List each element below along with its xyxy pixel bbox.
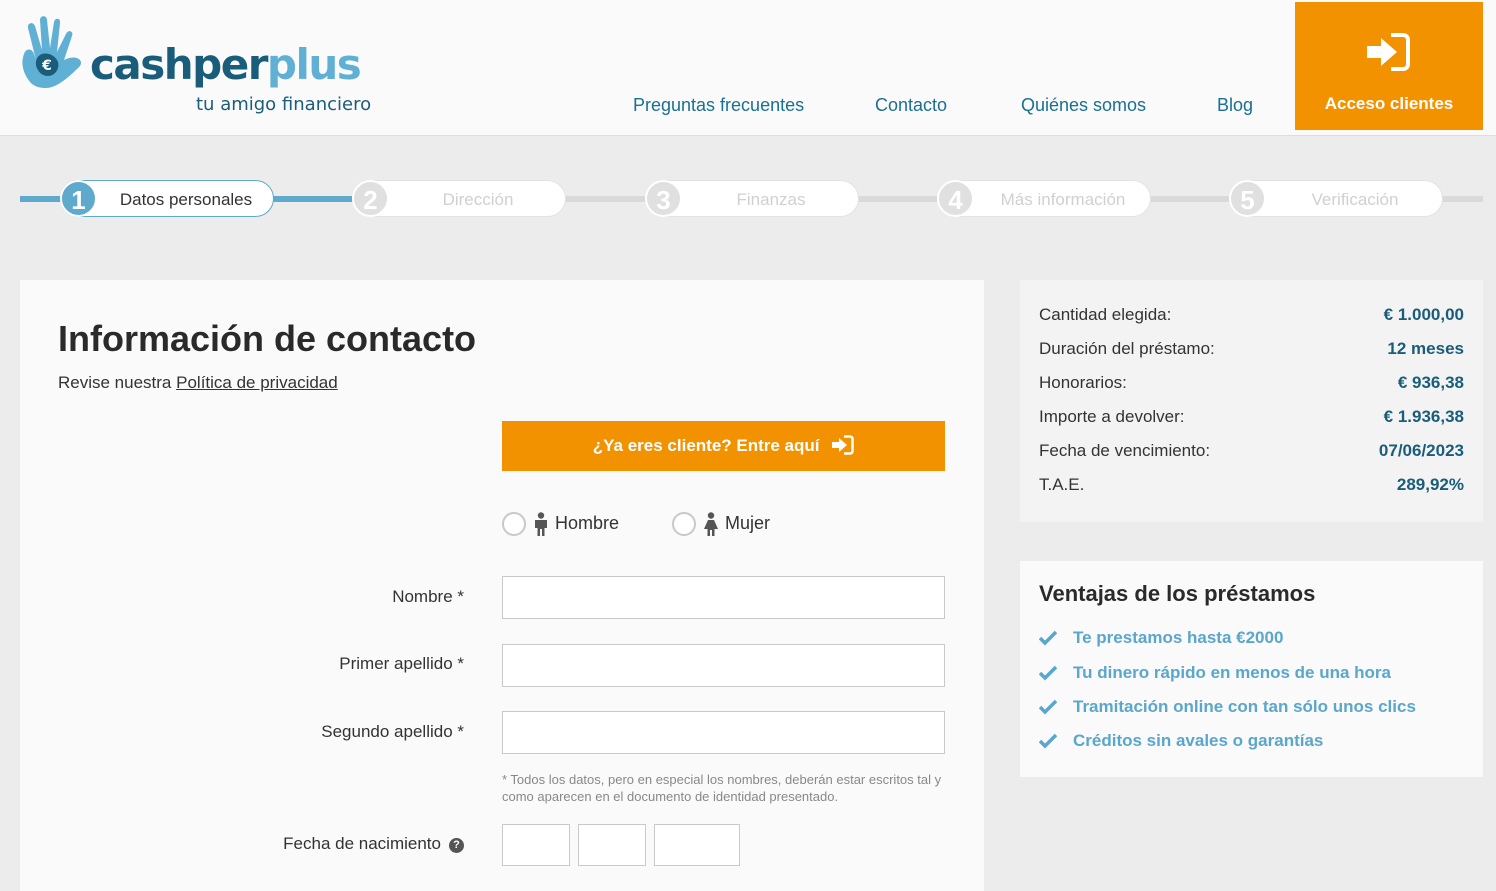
sign-in-icon bbox=[832, 435, 854, 455]
summary-value: € 936,38 bbox=[1397, 373, 1464, 392]
sign-in-icon bbox=[1367, 33, 1410, 71]
site-header: € cashperplus tu amigo financiero Pregun… bbox=[0, 0, 1496, 136]
nombre-input[interactable] bbox=[502, 576, 945, 619]
segundo-apellido-input[interactable] bbox=[502, 711, 945, 754]
advantages-panel: Ventajas de los préstamos Te prestamos h… bbox=[1020, 561, 1483, 777]
birthdate-day-input[interactable] bbox=[502, 824, 570, 866]
birthdate-year-input[interactable] bbox=[654, 824, 740, 866]
gender-radio-hombre[interactable] bbox=[502, 512, 526, 536]
check-icon bbox=[1039, 630, 1057, 646]
primer-apellido-label: Primer apellido * bbox=[339, 654, 464, 673]
step-datos-personales: 1 Datos personales bbox=[60, 180, 274, 217]
privacy-policy-link[interactable]: Política de privacidad bbox=[176, 373, 338, 392]
nav-preguntas-frecuentes[interactable]: Preguntas frecuentes bbox=[633, 95, 804, 116]
step-label: Finanzas bbox=[736, 190, 806, 209]
summary-label: T.A.E. bbox=[1039, 475, 1085, 494]
advantages-title: Ventajas de los préstamos bbox=[1039, 581, 1316, 606]
birthdate-month-input[interactable] bbox=[578, 824, 646, 866]
loan-summary-panel: Cantidad elegida: € 1.000,00 Duración de… bbox=[1020, 280, 1483, 522]
gender-label-hombre: Hombre bbox=[555, 513, 620, 533]
form-title: Información de contacto bbox=[58, 318, 477, 359]
summary-label: Duración del préstamo: bbox=[1039, 339, 1215, 358]
summary-value: 07/06/2023 bbox=[1378, 441, 1464, 460]
female-icon bbox=[704, 512, 718, 536]
advantage-text: Créditos sin avales o garantías bbox=[1073, 731, 1324, 750]
logo-tagline: tu amigo financiero bbox=[196, 94, 372, 115]
logo-name-part1: cashper bbox=[90, 40, 268, 89]
nombre-label: Nombre * bbox=[392, 587, 464, 606]
logo-name-part2: plus bbox=[266, 40, 362, 89]
summary-value: 289,92% bbox=[1396, 475, 1464, 494]
contact-form-panel: Información de contacto Revise nuestra P… bbox=[20, 280, 984, 891]
step-verificacion: 5 Verificación bbox=[1229, 180, 1443, 217]
step-number: 5 bbox=[1229, 180, 1266, 217]
svg-text:€: € bbox=[41, 58, 52, 74]
step-number: 1 bbox=[60, 180, 97, 217]
acceso-clientes-label: Acceso clientes bbox=[1324, 94, 1454, 113]
identity-note: * Todos los datos, pero en especial los … bbox=[502, 772, 942, 804]
step-finanzas: 3 Finanzas bbox=[645, 180, 859, 217]
primer-apellido-input[interactable] bbox=[502, 644, 945, 687]
summary-row-tae: T.A.E. 289,92% bbox=[1039, 475, 1464, 499]
existing-client-login-button[interactable]: ¿Ya eres cliente? Entre aquí bbox=[502, 421, 945, 471]
gender-radio-mujer[interactable] bbox=[672, 512, 696, 536]
step-number: 2 bbox=[352, 180, 389, 217]
male-icon bbox=[535, 512, 547, 536]
summary-row-vencimiento: Fecha de vencimiento: 07/06/2023 bbox=[1039, 441, 1464, 465]
gender-label-mujer: Mujer bbox=[725, 513, 771, 533]
check-icon bbox=[1039, 699, 1057, 715]
step-label: Más información bbox=[1000, 190, 1126, 209]
step-direccion: 2 Dirección bbox=[352, 180, 566, 217]
advantage-text: Te prestamos hasta €2000 bbox=[1073, 628, 1284, 647]
summary-label: Importe a devolver: bbox=[1039, 407, 1185, 426]
summary-label: Honorarios: bbox=[1039, 373, 1127, 392]
hand-euro-logo-icon: € bbox=[22, 16, 82, 88]
nav-blog[interactable]: Blog bbox=[1217, 95, 1253, 116]
advantage-text: Tramitación online con tan sólo unos cli… bbox=[1073, 697, 1416, 716]
acceso-clientes-button[interactable]: Acceso clientes bbox=[1295, 2, 1483, 130]
summary-value: 12 meses bbox=[1387, 339, 1464, 358]
check-icon bbox=[1039, 733, 1057, 749]
summary-row-importe: Importe a devolver: € 1.936,38 bbox=[1039, 407, 1464, 431]
check-icon bbox=[1039, 665, 1057, 681]
segundo-apellido-label: Segundo apellido * bbox=[321, 722, 464, 741]
privacy-prefix: Revise nuestra bbox=[58, 373, 177, 392]
step-number: 4 bbox=[937, 180, 974, 217]
step-label: Dirección bbox=[442, 190, 514, 209]
step-label: Datos personales bbox=[119, 190, 253, 209]
summary-row-duracion: Duración del préstamo: 12 meses bbox=[1039, 339, 1464, 363]
gender-option-mujer[interactable]: Mujer bbox=[672, 511, 802, 537]
existing-client-label: ¿Ya eres cliente? Entre aquí bbox=[592, 436, 820, 455]
summary-label: Fecha de vencimiento: bbox=[1039, 441, 1211, 460]
help-icon[interactable]: ? bbox=[449, 838, 464, 853]
privacy-notice: Revise nuestra Política de privacidad bbox=[58, 373, 338, 393]
birthdate-label: Fecha de nacimiento bbox=[283, 834, 441, 853]
logo-wordmark: cashperplus bbox=[90, 40, 362, 89]
gender-option-hombre[interactable]: Hombre bbox=[502, 511, 642, 537]
birthdate-label-row: Fecha de nacimiento? bbox=[283, 834, 464, 854]
nav-quienes-somos[interactable]: Quiénes somos bbox=[1021, 95, 1146, 116]
advantage-text: Tu dinero rápido en menos de una hora bbox=[1073, 663, 1391, 682]
nav-contacto[interactable]: Contacto bbox=[875, 95, 947, 116]
summary-label: Cantidad elegida: bbox=[1039, 305, 1172, 324]
site-logo[interactable]: € cashperplus tu amigo financiero bbox=[18, 14, 378, 124]
summary-row-cantidad: Cantidad elegida: € 1.000,00 bbox=[1039, 305, 1464, 329]
step-mas-informacion: 4 Más información bbox=[937, 180, 1151, 217]
summary-value: € 1.000,00 bbox=[1383, 305, 1464, 324]
step-number: 3 bbox=[645, 180, 682, 217]
step-label: Verificación bbox=[1311, 190, 1399, 209]
summary-value: € 1.936,38 bbox=[1383, 407, 1464, 426]
summary-row-honorarios: Honorarios: € 936,38 bbox=[1039, 373, 1464, 397]
